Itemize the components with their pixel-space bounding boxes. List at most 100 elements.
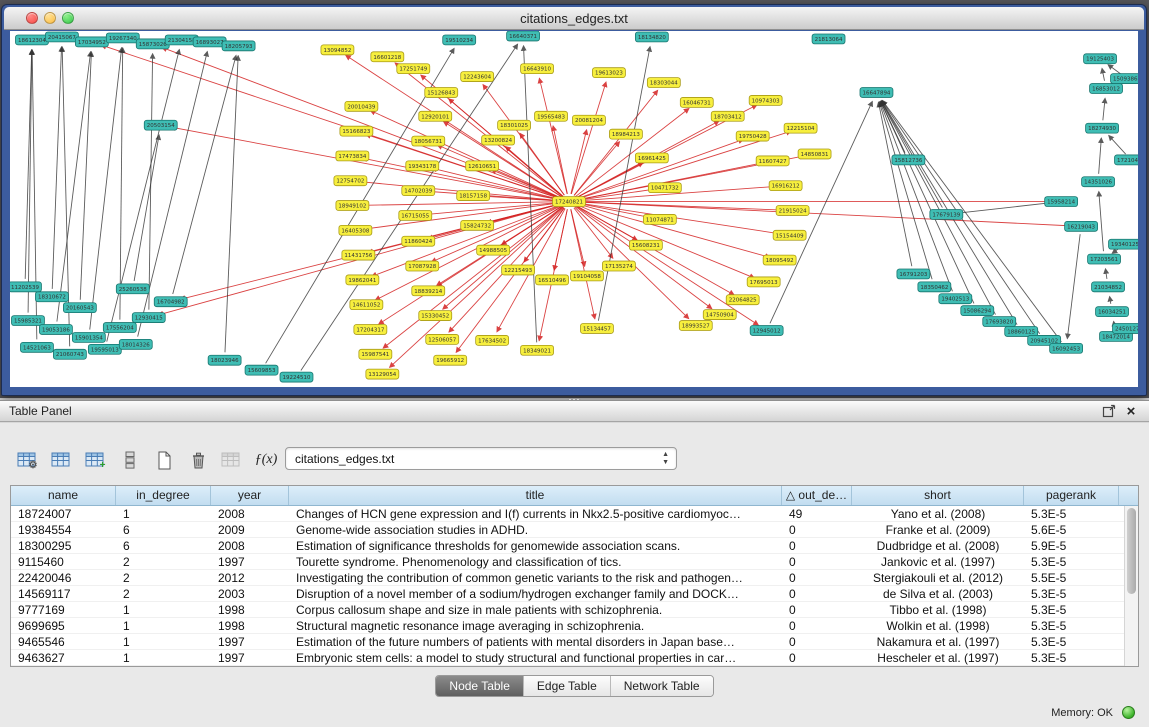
table-row[interactable]: 2242004622012Investigating the contribut…	[11, 570, 1138, 586]
graph-node[interactable]: 15609853	[245, 365, 278, 375]
graph-node[interactable]: 16961425	[635, 153, 668, 163]
graph-node[interactable]: 15166823	[340, 126, 373, 136]
citation-edge-black[interactable]	[881, 101, 942, 207]
zoom-window-button[interactable]	[62, 12, 74, 24]
column-header-name[interactable]: name	[11, 486, 116, 505]
graph-node[interactable]: 18303044	[647, 78, 680, 88]
graph-node[interactable]: 18993527	[679, 321, 712, 331]
graph-node[interactable]: 13200824	[482, 135, 515, 145]
graph-node[interactable]: 17251749	[397, 64, 430, 74]
citation-edge-black[interactable]	[1109, 136, 1126, 155]
table-selector[interactable]: citations_edges.txt ▲▼	[285, 447, 677, 470]
graph-node[interactable]: 19267340	[106, 33, 139, 43]
graph-node[interactable]: 16219043	[1065, 221, 1098, 231]
graph-node[interactable]: 17679139	[930, 209, 963, 219]
graph-node[interactable]: 12215493	[502, 265, 535, 275]
graph-node[interactable]: 14611052	[350, 300, 383, 310]
graph-node[interactable]: 16893027	[193, 37, 226, 47]
graph-node[interactable]: 16034251	[1096, 307, 1129, 317]
graph-node[interactable]: 18949102	[336, 201, 369, 211]
graph-node[interactable]: 16640371	[507, 31, 540, 41]
graph-node[interactable]: 16647894	[860, 88, 893, 98]
graph-node[interactable]: 16916212	[769, 181, 802, 191]
graph-node[interactable]: 17473834	[336, 151, 369, 161]
graph-node[interactable]: 15086294	[961, 306, 994, 316]
graph-node[interactable]: 11607427	[756, 156, 789, 166]
citation-edge-black[interactable]	[1102, 68, 1104, 80]
function-builder-icon[interactable]: ƒ(x)	[252, 447, 280, 473]
table-row[interactable]: 1938455462009Genome-wide association stu…	[11, 522, 1138, 538]
citation-edge-red[interactable]	[571, 130, 587, 194]
graph-node[interactable]: 19224510	[280, 372, 313, 382]
graph-node[interactable]: 12243604	[461, 72, 494, 82]
graph-node[interactable]: 16405308	[339, 225, 372, 235]
citation-edge-black[interactable]	[28, 50, 32, 313]
graph-node[interactable]: 12920101	[419, 111, 452, 121]
table-row[interactable]: 911546021997Tourette syndrome. Phenomeno…	[11, 554, 1138, 570]
graph-node[interactable]: 21915024	[776, 206, 809, 216]
graph-node[interactable]: 25260538	[116, 284, 149, 294]
graph-node[interactable]: 15608231	[629, 240, 662, 250]
graph-node[interactable]: 15330452	[419, 311, 452, 321]
graph-node[interactable]: 18839214	[412, 286, 445, 296]
graph-node[interactable]: 15985321	[11, 316, 44, 326]
column-header-year[interactable]: year	[211, 486, 289, 505]
graph-node[interactable]: 19104058	[571, 271, 604, 281]
citation-edge-red[interactable]	[553, 126, 567, 194]
graph-node[interactable]: 18014326	[119, 339, 152, 349]
citation-edge-black[interactable]	[881, 101, 905, 152]
citation-edge-black[interactable]	[1103, 98, 1105, 120]
minimize-window-button[interactable]	[44, 12, 56, 24]
graph-node[interactable]: 19340125	[1109, 239, 1138, 249]
table-options-icon[interactable]: ⚙	[14, 447, 42, 473]
graph-node[interactable]: 11860424	[402, 236, 435, 246]
citation-edge-black[interactable]	[1108, 65, 1121, 74]
graph-node[interactable]: 19053186	[39, 325, 72, 335]
graph-node[interactable]: 12945012	[750, 326, 783, 336]
row-view-icon[interactable]	[116, 447, 144, 473]
graph-node[interactable]: 19343178	[406, 161, 439, 171]
graph-node[interactable]: 18310672	[35, 292, 68, 302]
column-header-pagerank[interactable]: pagerank	[1024, 486, 1119, 505]
graph-node[interactable]: 20160543	[63, 303, 96, 313]
graph-node[interactable]: 18205793	[222, 41, 255, 51]
graph-node[interactable]: 20010439	[345, 101, 378, 111]
graph-node[interactable]: 21813064	[812, 34, 845, 44]
column-header-title[interactable]: title	[289, 486, 782, 505]
graph-node[interactable]: 17204317	[354, 325, 387, 335]
graph-node[interactable]: 18984213	[609, 129, 642, 139]
graph-node[interactable]: 19402513	[939, 294, 972, 304]
citation-edge-black[interactable]	[134, 135, 159, 281]
citation-edge-black[interactable]	[25, 50, 31, 279]
graph-node[interactable]: 19750428	[736, 131, 769, 141]
graph-node[interactable]: 17203561	[1088, 254, 1121, 264]
graph-node[interactable]: 17135274	[602, 261, 635, 271]
graph-node[interactable]: 17693820	[983, 317, 1016, 327]
graph-node[interactable]: 11202539	[10, 282, 41, 292]
graph-node[interactable]: 18157158	[457, 191, 490, 201]
column-chooser-icon[interactable]	[48, 447, 76, 473]
graph-node[interactable]: 18134820	[635, 32, 668, 42]
citation-edge-red[interactable]	[571, 209, 595, 318]
graph-node[interactable]: 20503154	[144, 120, 177, 130]
graph-node[interactable]: 22064825	[726, 295, 759, 305]
graph-node[interactable]: 16643910	[521, 64, 554, 74]
delete-column-icon[interactable]	[184, 447, 212, 473]
new-column-icon[interactable]	[150, 447, 178, 473]
merge-table-icon[interactable]	[218, 447, 246, 473]
graph-node[interactable]: 15987541	[359, 349, 392, 359]
graph-node[interactable]: 16601218	[371, 52, 404, 62]
graph-node[interactable]: 12215104	[784, 123, 817, 133]
graph-node[interactable]: 13129054	[366, 369, 399, 379]
graph-node[interactable]: 15126843	[425, 88, 458, 98]
graph-node[interactable]: 17034952	[75, 37, 108, 47]
table-row[interactable]: 977716911998Corpus callosum shape and si…	[11, 602, 1138, 618]
graph-node[interactable]: 14850831	[798, 149, 831, 159]
graph-node[interactable]: 15812736	[892, 155, 925, 165]
graph-node[interactable]: 19665912	[434, 355, 467, 365]
import-table-icon[interactable]: +	[82, 447, 110, 473]
table-row[interactable]: 1872400712008Changes of HCN gene express…	[11, 506, 1138, 522]
column-header-in_degree[interactable]: in_degree	[116, 486, 211, 505]
graph-node[interactable]: 16046731	[680, 97, 713, 107]
float-panel-icon[interactable]	[1101, 404, 1117, 420]
